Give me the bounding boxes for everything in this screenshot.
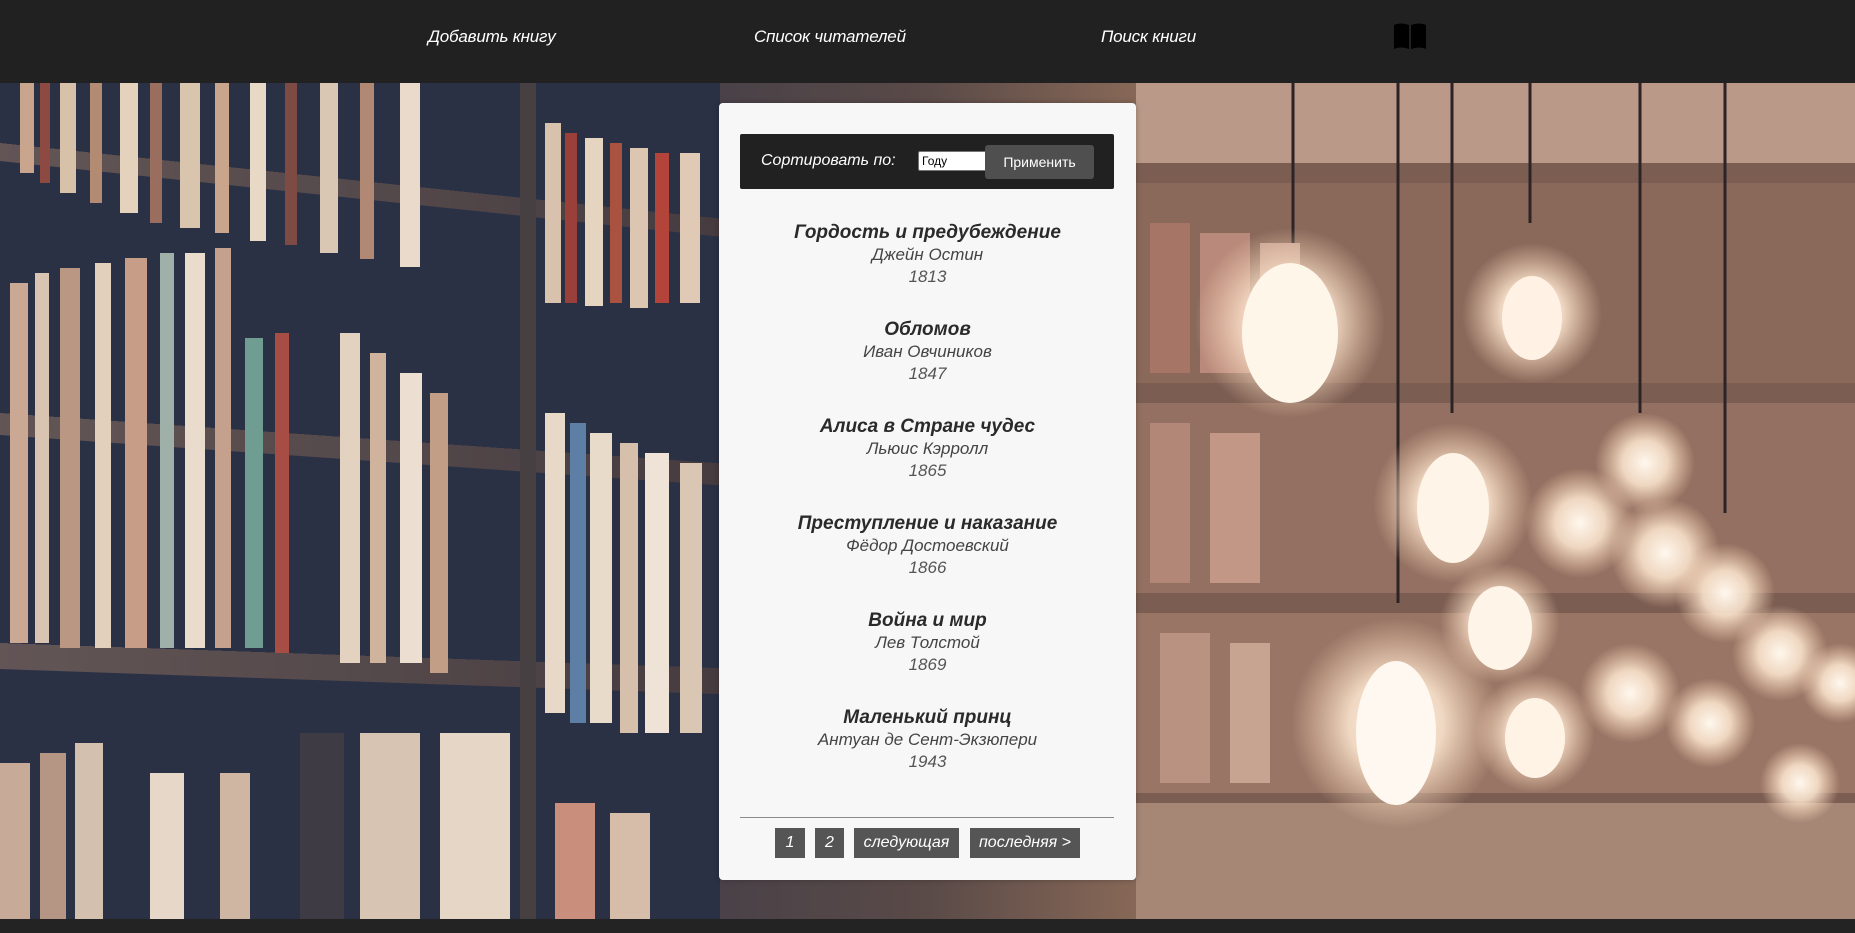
sort-selected-value: Году — [922, 154, 948, 168]
book-item[interactable]: Гордость и предубеждение Джейн Остин 181… — [719, 221, 1136, 288]
book-author: Льюис Кэрролл — [866, 439, 989, 458]
book-year: 1943 — [908, 752, 947, 771]
sort-bar: Сортировать по: Году Применить — [740, 134, 1114, 189]
bottom-bar — [0, 919, 1855, 933]
book-author: Фёдор Достоевский — [846, 536, 1009, 555]
book-title[interactable]: Гордость и предубеждение — [719, 221, 1136, 244]
last-page-button[interactable]: последняя > — [970, 828, 1080, 858]
open-book-icon[interactable] — [1393, 22, 1427, 50]
book-author: Джейн Остин — [871, 245, 984, 264]
book-title[interactable]: Война и мир — [719, 609, 1136, 632]
book-item[interactable]: Преступление и наказание Фёдор Достоевск… — [719, 512, 1136, 579]
book-item[interactable]: Обломов Иван Овчиников 1847 — [719, 318, 1136, 385]
book-author: Лев Толстой — [875, 633, 980, 652]
nav-readers-list-link[interactable]: Список читателей — [754, 27, 906, 47]
book-year: 1869 — [908, 655, 947, 674]
book-year: 1847 — [908, 364, 947, 383]
book-title[interactable]: Маленький принц — [719, 706, 1136, 729]
book-year: 1865 — [908, 461, 947, 480]
page-2-button[interactable]: 2 — [815, 828, 844, 858]
book-author: Иван Овчиников — [863, 342, 992, 361]
next-page-button[interactable]: следующая — [854, 828, 959, 858]
book-list-panel: Сортировать по: Году Применить Гордость … — [719, 103, 1136, 880]
page-1-button[interactable]: 1 — [775, 828, 805, 858]
book-title[interactable]: Алиса в Стране чудес — [719, 415, 1136, 438]
book-title[interactable]: Преступление и наказание — [719, 512, 1136, 535]
book-item[interactable]: Алиса в Стране чудес Льюис Кэрролл 1865 — [719, 415, 1136, 482]
sort-label: Сортировать по: — [761, 152, 896, 169]
book-item[interactable]: Маленький принц Антуан де Сент-Экзюпери … — [719, 706, 1136, 773]
book-title[interactable]: Обломов — [719, 318, 1136, 341]
book-author: Антуан де Сент-Экзюпери — [817, 730, 1038, 749]
top-navigation: Добавить книгу Список читателей Поиск кн… — [0, 0, 1855, 83]
pagination-divider — [740, 817, 1114, 818]
book-year: 1866 — [908, 558, 947, 577]
nav-search-book-link[interactable]: Поиск книги — [1101, 27, 1196, 47]
book-item[interactable]: Война и мир Лев Толстой 1869 — [719, 609, 1136, 676]
nav-add-book-link[interactable]: Добавить книгу — [428, 27, 556, 47]
apply-sort-button[interactable]: Применить — [985, 145, 1094, 179]
book-year: 1813 — [908, 267, 947, 286]
